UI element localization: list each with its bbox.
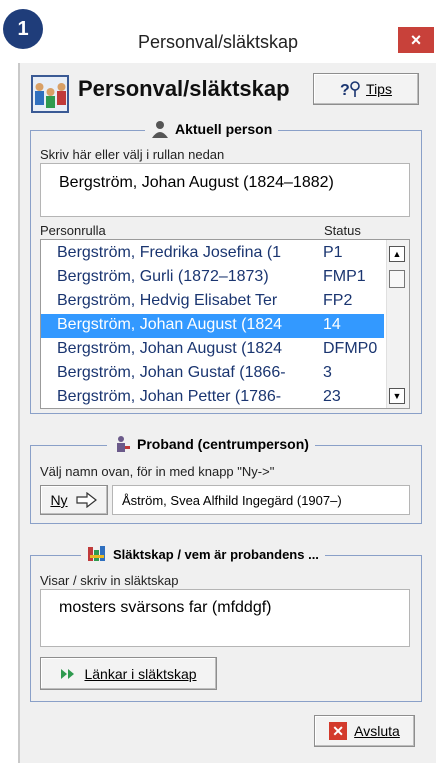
person-row-status: 3 (323, 364, 332, 381)
page-title: Personval/släktskap (78, 76, 290, 101)
family-tree-icon (88, 546, 105, 561)
person-row-name: Bergström, Gurli (1872–1873) (57, 268, 269, 285)
question-key-icon: ? (340, 81, 360, 98)
lankar-button[interactable]: Länkar i släktskap (40, 657, 217, 690)
window-close-button[interactable]: × (398, 27, 434, 53)
person-row-name: Bergström, Johan Gustaf (1866- (57, 364, 286, 381)
svg-text:?: ? (340, 82, 350, 98)
person-list-row[interactable]: Bergström, Johan August (1824 DFMP0 (41, 338, 384, 362)
person-row-status: FP2 (323, 292, 353, 309)
person-list-row[interactable]: Bergström, Johan August (1824 14 (41, 314, 384, 338)
tips-button[interactable]: ? Tips (313, 73, 419, 105)
aktuell-legend-text: Aktuell person (175, 121, 273, 137)
slaktskap-legend-text: Släktskap / vem är probandens ... (113, 546, 319, 562)
list-header-status: Status (324, 223, 361, 238)
scroll-down-button[interactable]: ▼ (389, 388, 405, 404)
scroll-thumb[interactable] (389, 270, 405, 288)
proband-value: Åström, Svea Alfhild Ingegärd (1907–) (122, 493, 342, 508)
slaktskap-input[interactable]: mosters svärsons far (mfddgf) (40, 589, 410, 647)
person-list-row[interactable]: Bergström, Hedvig Elisabet Ter FP2 (41, 290, 384, 314)
list-scrollbar[interactable]: ▲ ▼ (386, 240, 409, 408)
proband-legend: Proband (centrumperson) (107, 435, 315, 453)
person-list-row[interactable]: Bergström, Johan Petter (1786- 23 (41, 386, 384, 408)
double-arrow-icon (61, 668, 75, 679)
person-row-name: Bergström, Johan August (1824 (57, 340, 283, 357)
person-listbox[interactable]: Bergström, Johan Petter (1786- 23 Bergströ… (40, 239, 410, 409)
person-row-status: DFMP0 (323, 340, 378, 357)
arrow-right-icon (75, 492, 97, 508)
person-input-value: Bergström, Johan August (1824–1882) (59, 174, 334, 191)
person-row-status: FMP1 (323, 268, 366, 285)
proband-hint: Välj namn ovan, för in med knapp "Ny->" (40, 464, 275, 479)
person-row-name: Bergström, Fredrika Josefina (1 (57, 244, 282, 261)
slaktskap-label: Visar / skriv in släktskap (40, 573, 179, 588)
close-x-icon: ✕ (329, 722, 348, 740)
people-tree-icon (31, 75, 69, 113)
slaktskap-legend: Släktskap / vem är probandens ... (81, 545, 325, 563)
person-list-row[interactable]: Bergström, Fredrika Josefina (1 P1 (41, 242, 384, 266)
list-header-name: Personrulla (40, 223, 106, 238)
proband-legend-text: Proband (centrumperson) (137, 436, 309, 452)
aktuell-legend: Aktuell person (145, 120, 279, 138)
avsluta-label: Avsluta (354, 723, 400, 739)
person-list-row[interactable]: Bergström, Gurli (1872–1873) FMP1 (41, 266, 384, 290)
person-row-status: 23 (323, 388, 341, 405)
ny-button[interactable]: Ny (40, 485, 108, 515)
proband-person-icon (117, 436, 130, 452)
person-row-status: 14 (323, 316, 341, 333)
person-row-status: P1 (323, 244, 343, 261)
tips-label: Tips (366, 81, 392, 97)
person-input[interactable]: Bergström, Johan August (1824–1882) (40, 163, 410, 217)
person-row-name: Bergström, Hedvig Elisabet Ter (57, 292, 278, 309)
slaktskap-value: mosters svärsons far (mfddgf) (59, 599, 272, 616)
window-title: Personval/släktskap (137, 32, 299, 52)
lankar-label: Länkar i släktskap (84, 665, 197, 682)
proband-field[interactable]: Åström, Svea Alfhild Ingegärd (1907–) (112, 485, 410, 515)
scroll-up-button[interactable]: ▲ (389, 246, 405, 262)
ny-label: Ny (50, 492, 68, 508)
avsluta-button[interactable]: ✕ Avsluta (314, 715, 415, 747)
aktuell-input-label: Skriv här eller välj i rullan nedan (40, 147, 225, 162)
person-row-name: Bergström, Johan Petter (1786- (57, 388, 282, 405)
person-list-row[interactable]: Bergström, Johan Gustaf (1866- 3 (41, 362, 384, 386)
person-icon (152, 121, 168, 138)
person-row-name: Bergström, Johan August (1824 (57, 316, 283, 333)
